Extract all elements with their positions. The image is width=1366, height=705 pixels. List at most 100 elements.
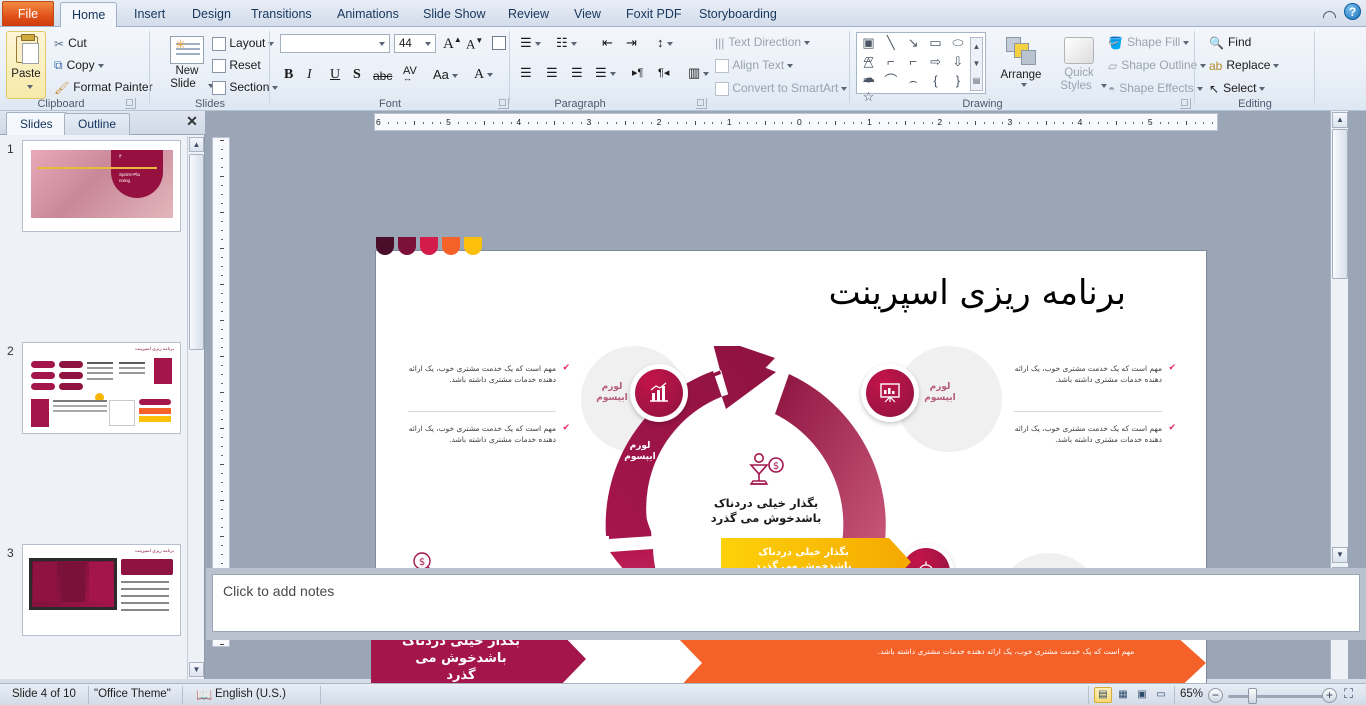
font-name-caret[interactable] <box>379 42 385 46</box>
quick-styles-caret[interactable] <box>1101 84 1107 88</box>
numbering-button[interactable]: ☷ <box>556 35 577 51</box>
select-button[interactable]: ↖ Select <box>1209 81 1266 96</box>
line-spacing-button[interactable]: ↕ <box>657 35 673 50</box>
clipboard-dialog-launcher[interactable] <box>125 98 136 109</box>
zoom-slider-handle[interactable] <box>1248 688 1257 704</box>
shape-elbow-arrow-icon[interactable]: ⌐ <box>905 54 922 70</box>
fit-slide-to-window-icon[interactable]: ⛶ <box>1344 686 1353 702</box>
tab-home[interactable]: Home <box>60 2 118 28</box>
zoom-level[interactable]: 65% <box>1180 688 1203 700</box>
spellcheck-icon[interactable]: 📖 <box>196 687 212 703</box>
shape-ellipse-icon[interactable]: ⬭ <box>949 35 966 51</box>
paste-button[interactable]: Paste <box>6 31 46 99</box>
shapes-scroll-up-icon[interactable]: ▲ <box>971 38 982 55</box>
shape-rectangle-icon[interactable]: ▭ <box>927 35 944 51</box>
shapes-row-3[interactable]: ✑ ⌒ ⌢ { } ☆ <box>860 73 984 104</box>
columns-caret[interactable] <box>703 71 710 76</box>
font-color-button[interactable]: A <box>474 67 494 83</box>
node-badge-2[interactable] <box>861 364 919 422</box>
horizontal-ruler[interactable]: 6543210123456 <box>374 113 1218 131</box>
line-spacing-caret[interactable] <box>666 41 673 46</box>
shape-elbow-connector-icon[interactable]: ⌐ <box>882 54 899 70</box>
align-text-button[interactable]: Align Text <box>715 58 794 73</box>
bullets-button[interactable]: ☰ <box>520 35 541 51</box>
numbering-caret[interactable] <box>570 41 577 46</box>
replace-button[interactable]: ab Replace <box>1209 58 1280 73</box>
slide-thumbnail-list[interactable]: 1 ۴ Sprint+Pla nning 2 برنامه ریزی اسپرین… <box>0 136 188 679</box>
rtl-direction-button[interactable]: ▸¶ <box>632 66 643 79</box>
shape-right-arrow-icon[interactable]: ⇨ <box>927 54 944 70</box>
justify-caret[interactable] <box>609 71 616 76</box>
columns-button[interactable]: ▥ <box>688 65 710 81</box>
shape-down-arrow-icon[interactable]: ⇩ <box>949 54 966 70</box>
find-button[interactable]: 🔍 Find <box>1209 35 1251 50</box>
node-badge-1[interactable] <box>630 364 688 422</box>
zoom-out-button[interactable]: − <box>1208 688 1223 703</box>
slide-thumbnail-1[interactable]: 1 ۴ Sprint+Pla nning <box>0 136 188 237</box>
reset-button[interactable]: Reset <box>212 58 261 73</box>
bold-button[interactable]: B <box>284 67 293 83</box>
tab-review[interactable]: Review <box>497 3 560 27</box>
cut-button[interactable]: ✂ Cut <box>54 36 87 51</box>
ltr-direction-button[interactable]: ¶◂ <box>658 66 669 79</box>
tab-insert[interactable]: Insert <box>123 3 176 27</box>
left-bullet-1[interactable]: ✔ مهم است که یک خدمت مشتری خوب، یک ارائه… <box>408 363 570 385</box>
reading-view-button[interactable]: ▣ <box>1133 687 1151 703</box>
text-shadow-button[interactable]: S <box>353 67 361 83</box>
slide-sorter-button[interactable]: ▦ <box>1114 687 1132 703</box>
slides-pane-scrollbar[interactable]: ▲ ▼ <box>187 136 204 679</box>
justify-button[interactable]: ☰ <box>595 65 616 81</box>
slide-thumbnail-3[interactable]: 3 برنامه ریزی اسپرینت <box>0 540 188 641</box>
new-slide-button[interactable]: ✳ New Slide <box>158 31 214 91</box>
align-text-caret[interactable] <box>787 63 794 68</box>
left-bullet-2[interactable]: ✔ مهم است که یک خدمت مشتری خوب، یک ارائه… <box>408 423 570 445</box>
character-spacing-button[interactable]: AV ↔ <box>403 65 417 83</box>
tab-file[interactable]: File <box>2 1 54 26</box>
shapes-gallery-scroll[interactable]: ▲ ▼ ▤ <box>970 37 983 91</box>
right-bullet-1[interactable]: ✔ مهم است که یک خدمت مشتری خوب، یک ارائه… <box>1014 363 1176 385</box>
slide-indicator[interactable]: Slide 4 of 10 <box>12 688 76 700</box>
shapes-row-1[interactable]: ▣ ╲ ↘ ▭ ⬭ ▱ <box>860 35 984 66</box>
copy-caret[interactable] <box>97 63 104 68</box>
tab-storyboarding[interactable]: Storyboarding <box>688 3 788 27</box>
clear-formatting-button[interactable] <box>492 35 506 50</box>
tab-slides[interactable]: Slides <box>6 112 67 135</box>
arrange-button[interactable]: Arrange <box>992 31 1050 93</box>
copy-button[interactable]: ⧉ Copy <box>54 58 104 73</box>
strikethrough-button[interactable]: abc <box>373 69 392 83</box>
tab-view[interactable]: View <box>563 3 612 27</box>
shapes-gallery[interactable]: ▣ ╲ ↘ ▭ ⬭ ▱ △ ⌐ ⌐ ⇨ ⇩ ☁ ✑ ⌒ ⌢ {} ☆ ▲ ▼ … <box>856 32 986 104</box>
slide-scroll-up-icon[interactable]: ▲ <box>1332 112 1348 128</box>
tab-design[interactable]: Design <box>181 3 242 27</box>
scroll-up-icon[interactable]: ▲ <box>189 137 204 152</box>
tab-transitions[interactable]: Transitions <box>240 3 323 27</box>
decrease-indent-button[interactable]: ⇤ <box>602 35 613 51</box>
align-center-button[interactable]: ☰ <box>546 65 558 81</box>
align-right-button[interactable]: ☰ <box>571 65 583 81</box>
zoom-slider-track[interactable] <box>1228 695 1328 698</box>
quick-styles-button[interactable]: Quick Styles <box>1052 31 1107 93</box>
help-icon[interactable]: ? <box>1344 3 1361 20</box>
shapes-scroll-down-icon[interactable]: ▼ <box>971 55 982 72</box>
align-left-button[interactable]: ☰ <box>520 65 532 81</box>
scroll-thumb[interactable] <box>189 154 204 350</box>
notes-input[interactable]: Click to add notes <box>212 574 1360 632</box>
zoom-in-button[interactable]: + <box>1322 688 1337 703</box>
language-indicator[interactable]: English (U.S.) <box>215 688 286 700</box>
shape-textbox-icon[interactable]: ▣ <box>860 35 877 51</box>
italic-button[interactable]: I <box>307 67 312 83</box>
underline-button[interactable]: U <box>330 67 340 83</box>
select-caret[interactable] <box>1259 86 1266 91</box>
slide-scroll-thumb[interactable] <box>1332 129 1348 279</box>
shape-fill-button[interactable]: 🪣 Shape Fill <box>1108 35 1190 50</box>
font-name-input[interactable] <box>280 34 390 53</box>
font-color-caret[interactable] <box>487 72 494 77</box>
increase-indent-button[interactable]: ⇥ <box>626 35 637 51</box>
shape-line-icon[interactable]: ╲ <box>882 35 899 51</box>
convert-to-smartart-button[interactable]: Convert to SmartArt <box>715 81 848 96</box>
shape-outline-button[interactable]: ▱ Shape Outline <box>1108 58 1207 73</box>
shape-effects-button[interactable]: ◓ Shape Effects <box>1108 81 1203 96</box>
slide-show-button[interactable]: ▭ <box>1152 687 1170 703</box>
tab-animations[interactable]: Animations <box>326 3 410 27</box>
paragraph-dialog-launcher[interactable] <box>696 98 707 109</box>
